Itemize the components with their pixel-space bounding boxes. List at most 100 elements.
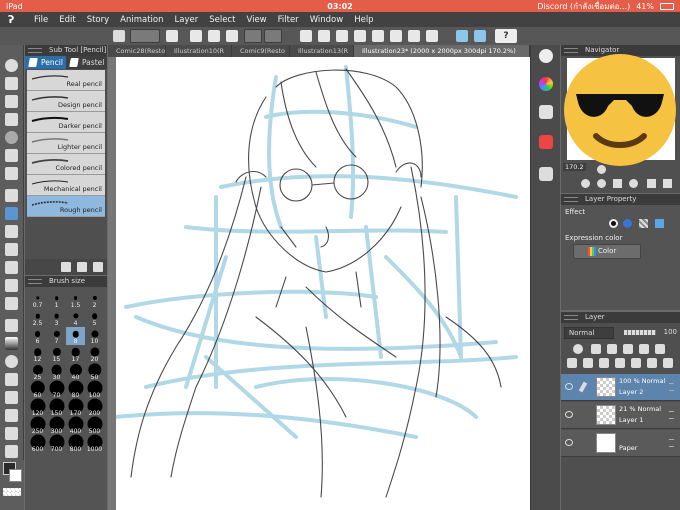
brush-size-option[interactable]: 400 [66,416,85,435]
figure-tool-icon[interactable] [5,355,18,368]
brush-size-option[interactable]: 800 [66,434,85,453]
brush-size-option[interactable]: 17 [66,345,85,363]
material-icon[interactable] [539,135,553,149]
brush-mechanical-pencil[interactable]: Mechanical pencil [27,175,105,196]
brush-size-option[interactable]: 12 [28,345,47,363]
brush-size-option[interactable]: 120 [28,398,47,417]
doc-tab-illustration13[interactable]: Illustration13(R [290,45,354,57]
menu-help[interactable]: Help [354,15,373,25]
lock-icon[interactable] [607,344,617,354]
delete-layer-icon[interactable] [663,358,673,368]
layer-row-layer2[interactable]: 100 % Normal Layer 2 [561,374,680,401]
brush-size-option[interactable]: 8 [66,327,85,345]
text-tool-icon[interactable] [5,409,18,422]
clear-icon[interactable] [300,30,312,42]
color-palette-icon[interactable] [539,105,553,119]
brush-tool-icon[interactable] [5,225,18,238]
brush-size-option[interactable]: 40 [66,363,85,381]
brush-size-option[interactable]: 50 [85,363,104,381]
blend-tool-icon[interactable] [5,297,18,310]
brush-size-option[interactable]: 170 [66,398,85,417]
save-icon[interactable] [226,30,238,42]
brush-size-option[interactable]: 6 [28,327,47,345]
new-file-icon[interactable] [190,30,202,42]
brush-size-option[interactable]: 600 [28,434,47,453]
effect-border-icon[interactable] [609,219,618,228]
panel-grip-icon[interactable] [564,315,578,320]
panel-grip-icon[interactable] [564,197,578,202]
brush-size-option[interactable]: 15 [47,345,66,363]
tool-settings-icon[interactable] [61,262,71,272]
brush-size-option[interactable]: 1.5 [66,291,85,309]
brush-size-option[interactable]: 500 [85,416,104,435]
reset-view-icon[interactable] [647,179,656,188]
redo-button[interactable] [264,29,282,43]
crop-icon[interactable] [408,30,420,42]
move-layer-tool-icon[interactable] [5,113,18,126]
panel-grip-icon[interactable] [28,48,42,53]
pen-tool-icon[interactable] [5,189,18,202]
rotate-right-icon[interactable] [629,179,638,188]
effect-watercolor-icon[interactable] [623,219,632,228]
brush-size-option[interactable]: 30 [47,363,66,381]
airbrush-tool-icon[interactable] [5,243,18,256]
grid-icon[interactable] [113,30,125,42]
doc-tab-illustration23[interactable]: Illustration23* (2000 x 2000px 300dpi 17… [354,45,530,57]
drag-handle-icon[interactable] [669,383,674,391]
gradient-tool-icon[interactable] [5,337,18,350]
brush-design-pencil[interactable]: Design pencil [27,91,105,112]
menu-file[interactable]: File [34,15,48,25]
canvas-icon[interactable] [166,30,178,42]
brush-size-option[interactable]: 25 [28,363,47,381]
color-wheel-icon[interactable] [539,77,553,91]
search-icon[interactable] [539,49,553,63]
pencil-tool-icon[interactable] [5,207,18,220]
transfer-down-icon[interactable] [615,358,625,368]
menu-animation[interactable]: Animation [120,15,163,25]
flip-icon[interactable] [613,179,622,188]
new-raster-layer-icon[interactable] [567,358,577,368]
new-vector-layer-icon[interactable] [583,358,593,368]
new-folder-icon[interactable] [599,358,609,368]
brush-size-option[interactable]: 200 [85,398,104,417]
ruler-tool-icon[interactable] [5,391,18,404]
doc-tab-comic28[interactable]: Comic28(Resto [108,45,166,57]
fill-icon[interactable] [318,30,330,42]
operation-tool-icon[interactable] [5,95,18,108]
layer-color-icon[interactable] [655,344,665,354]
brush-size-option[interactable]: 10 [85,327,104,345]
navigation-arrows[interactable] [130,29,160,43]
brush-size-option[interactable]: 250 [28,416,47,435]
visibility-eye-icon[interactable] [565,383,573,390]
brush-real-pencil[interactable]: Real pencil [27,70,105,91]
brush-size-option[interactable]: 5 [85,309,104,327]
reference-layer-icon[interactable] [591,344,601,354]
frame-tool-icon[interactable] [5,373,18,386]
brush-size-option[interactable]: 70 [47,380,66,399]
layer-stack-icon[interactable] [539,167,553,181]
menu-layer[interactable]: Layer [175,15,199,25]
doc-tab-illustration10[interactable]: Illustration10(R [166,45,232,57]
brush-darker-pencil[interactable]: Darker pencil [27,112,105,133]
eraser-tool-icon[interactable] [5,279,18,292]
mask-icon[interactable] [639,344,649,354]
brush-size-option[interactable]: 4 [66,309,85,327]
tab-pencil[interactable]: Pencil [25,56,66,69]
deselect-icon[interactable] [354,30,366,42]
blend-mode-select[interactable]: Normal [564,327,614,339]
opacity-value[interactable]: 100 [664,328,677,336]
brush-size-option[interactable]: 0.7 [28,291,47,309]
brush-size-option[interactable]: 1 [47,291,66,309]
panel-grip-icon[interactable] [28,279,42,284]
open-file-icon[interactable] [208,30,220,42]
move-tool-icon[interactable] [5,77,18,90]
ruler-snap-icon[interactable] [456,30,468,42]
opacity-slider[interactable] [624,330,656,335]
fill-tool-icon[interactable] [5,319,18,332]
menu-select[interactable]: Select [209,15,235,25]
delete-subtool-icon[interactable] [93,262,103,272]
merge-down-icon[interactable] [631,358,641,368]
drag-handle-icon[interactable] [669,439,674,447]
brush-size-option[interactable]: 3 [47,309,66,327]
menu-window[interactable]: Window [310,15,344,25]
